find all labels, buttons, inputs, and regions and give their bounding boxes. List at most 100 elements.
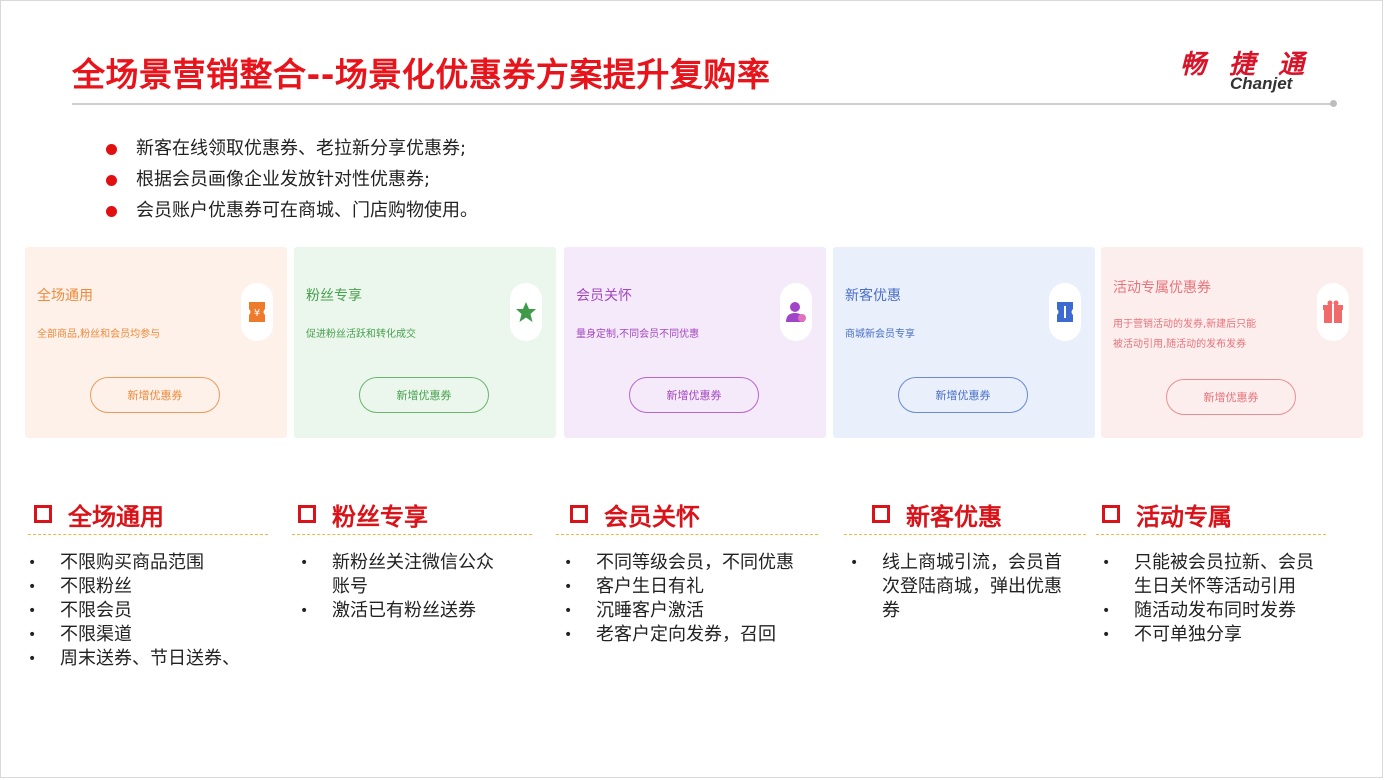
list-item: • 激活已有粉丝送券 <box>300 599 510 623</box>
checkbox-square-icon <box>570 505 588 523</box>
list-item: • 不限购买商品范围 <box>28 551 278 575</box>
list-item: • 不限粉丝 <box>28 575 278 599</box>
section-title: 全场通用 <box>68 503 164 531</box>
bullet-icon: • <box>1102 555 1111 571</box>
section-list: • 只能被会员拉新、会员生日关怀等活动引用 • 随活动发布同时发券 • 不可单独分享 <box>1102 551 1330 647</box>
page-title: 全场景营销整合--场景化优惠券方案提升复购率 <box>72 55 771 94</box>
list-item: • 客户生日有礼 <box>564 575 834 599</box>
list-item-text: 不限会员 <box>60 600 132 621</box>
coupon-card-new-customer: 新客优惠 商城新会员专享 新增优惠券 <box>833 247 1095 438</box>
list-item: • 新粉丝关注微信公众账号 <box>300 551 510 599</box>
card-title: 粉丝专享 <box>306 288 362 304</box>
section-list: • 不限购买商品范围 • 不限粉丝 • 不限会员 • 不限渠道 • 周末送券、节日送券、 <box>28 551 278 671</box>
section-title: 会员关怀 <box>604 503 700 531</box>
bullet-icon: • <box>1102 603 1111 619</box>
card-description: 用于营销活动的发券,新建后只能被活动引用,随活动的发布发券 <box>1113 319 1257 350</box>
list-item: • 不限会员 <box>28 599 278 623</box>
bullet-icon: • <box>28 555 37 571</box>
section-title: 新客优惠 <box>906 503 1002 531</box>
svg-text:¥: ¥ <box>254 308 260 319</box>
star-icon <box>510 283 542 341</box>
checkbox-square-icon <box>872 505 890 523</box>
bullet-icon: • <box>300 603 309 619</box>
add-coupon-button[interactable]: 新增优惠券 <box>1166 379 1296 415</box>
list-item-text: 不同等级会员，不同优惠 <box>596 552 794 573</box>
coupon-card-activity: 活动专属优惠券 用于营销活动的发券,新建后只能被活动引用,随活动的发布发券 新增… <box>1101 247 1363 438</box>
list-item-text: 线上商城引流，会员首次登陆商城，弹出优惠券 <box>882 552 1062 621</box>
ticket-icon <box>1049 283 1081 341</box>
bullet-icon: • <box>564 603 573 619</box>
list-item-text: 客户生日有礼 <box>596 576 704 597</box>
list-item: • 随活动发布同时发券 <box>1102 599 1330 623</box>
bullet-dot-icon <box>106 206 117 217</box>
card-title: 会员关怀 <box>576 288 632 304</box>
bullet-icon: • <box>28 651 37 667</box>
coupon-icon: ¥ <box>241 283 273 341</box>
section-divider <box>556 534 818 535</box>
coupon-card-all: 全场通用 全部商品,粉丝和会员均参与 ¥ 新增优惠券 <box>25 247 287 438</box>
intro-bullet-text: 根据会员画像企业发放针对性优惠券; <box>136 169 431 190</box>
bullet-icon: • <box>564 579 573 595</box>
section-divider <box>1096 534 1326 535</box>
section-divider <box>292 534 532 535</box>
intro-bullet: 根据会员画像企业发放针对性优惠券; <box>104 167 478 198</box>
checkbox-square-icon <box>1102 505 1120 523</box>
section-list: • 线上商城引流，会员首次登陆商城，弹出优惠券 <box>850 551 1075 623</box>
list-item-text: 不限粉丝 <box>60 576 132 597</box>
list-item-text: 不限购买商品范围 <box>60 552 204 573</box>
checkbox-square-icon <box>298 505 316 523</box>
chanjet-logo: 畅 捷 通 Chanjet <box>1180 44 1320 96</box>
list-item: • 沉睡客户激活 <box>564 599 834 623</box>
card-title: 活动专属优惠券 <box>1113 280 1211 296</box>
title-divider <box>72 103 1332 105</box>
bullet-icon: • <box>28 603 37 619</box>
list-item: • 线上商城引流，会员首次登陆商城，弹出优惠券 <box>850 551 1075 623</box>
bullet-icon: • <box>28 627 37 643</box>
intro-bullet-text: 会员账户优惠券可在商城、门店购物使用。 <box>136 200 478 221</box>
coupon-card-fans: 粉丝专享 促进粉丝活跃和转化成交 新增优惠券 <box>294 247 556 438</box>
section-title: 活动专属 <box>1136 503 1232 531</box>
section-divider <box>844 534 1086 535</box>
card-title: 全场通用 <box>37 288 93 304</box>
bullet-icon: • <box>1102 627 1111 643</box>
list-item: • 不可单独分享 <box>1102 623 1330 647</box>
bullet-icon: • <box>564 555 573 571</box>
card-title: 新客优惠 <box>845 288 901 304</box>
list-item-text: 随活动发布同时发券 <box>1134 600 1296 621</box>
card-description: 商城新会员专享 <box>845 329 915 340</box>
section-title: 粉丝专享 <box>332 503 428 531</box>
list-item-text: 周末送券、节日送券、 <box>60 648 240 669</box>
card-description: 促进粉丝活跃和转化成交 <box>306 329 416 340</box>
bullet-icon: • <box>28 579 37 595</box>
intro-bullet: 新客在线领取优惠券、老拉新分享优惠券; <box>104 136 478 167</box>
list-item-text: 沉睡客户激活 <box>596 600 704 621</box>
bullet-icon: • <box>564 627 573 643</box>
add-coupon-button[interactable]: 新增优惠券 <box>90 377 220 413</box>
list-item-text: 只能被会员拉新、会员生日关怀等活动引用 <box>1134 552 1314 597</box>
intro-bullet-text: 新客在线领取优惠券、老拉新分享优惠券; <box>136 138 467 159</box>
bullet-dot-icon <box>106 175 117 186</box>
intro-bullet: 会员账户优惠券可在商城、门店购物使用。 <box>104 198 478 229</box>
list-item-text: 不可单独分享 <box>1134 624 1242 645</box>
list-item: • 周末送券、节日送券、 <box>28 647 278 671</box>
list-item-text: 老客户定向发券，召回 <box>596 624 776 645</box>
add-coupon-button[interactable]: 新增优惠券 <box>898 377 1028 413</box>
gift-icon <box>1317 283 1349 341</box>
card-description: 量身定制,不同会员不同优惠 <box>576 329 700 340</box>
list-item-text: 不限渠道 <box>60 624 132 645</box>
bullet-dot-icon <box>106 144 117 155</box>
logo-en-text: Chanjet <box>1230 74 1293 93</box>
member-icon <box>780 283 812 341</box>
section-divider <box>28 534 268 535</box>
list-item: • 只能被会员拉新、会员生日关怀等活动引用 <box>1102 551 1330 599</box>
card-description: 全部商品,粉丝和会员均参与 <box>37 329 161 340</box>
list-item: • 不限渠道 <box>28 623 278 647</box>
add-coupon-button[interactable]: 新增优惠券 <box>359 377 489 413</box>
checkbox-square-icon <box>34 505 52 523</box>
coupon-card-member: 会员关怀 量身定制,不同会员不同优惠 新增优惠券 <box>564 247 826 438</box>
add-coupon-button[interactable]: 新增优惠券 <box>629 377 759 413</box>
bullet-icon: • <box>300 555 309 571</box>
divider-end-dot <box>1330 100 1337 107</box>
section-list: • 不同等级会员，不同优惠 • 客户生日有礼 • 沉睡客户激活 • 老客户定向发券，召回 <box>564 551 834 647</box>
list-item-text: 激活已有粉丝送券 <box>332 600 476 621</box>
